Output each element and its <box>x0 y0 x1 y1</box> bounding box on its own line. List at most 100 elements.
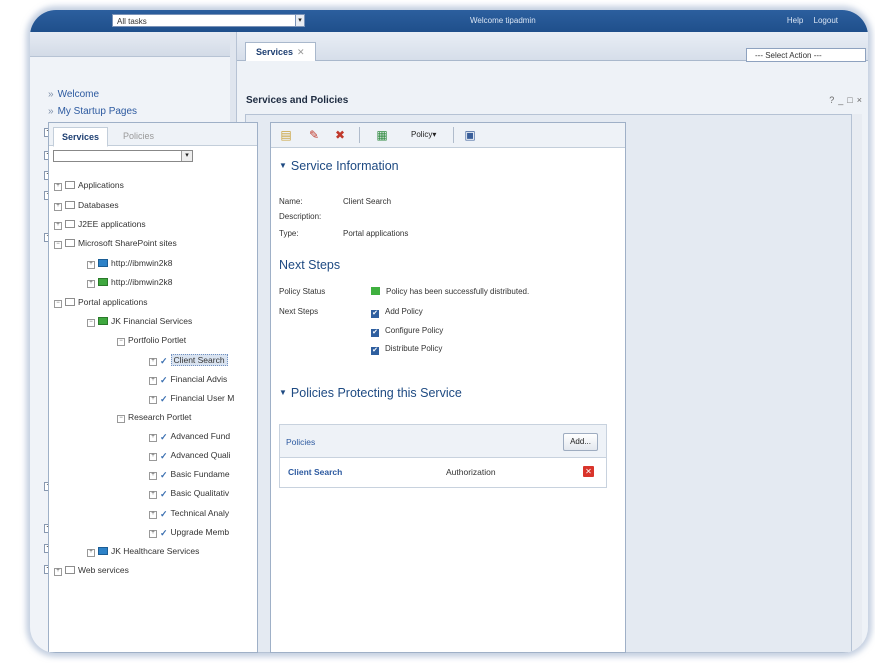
step-configure-policy[interactable]: ✔ Configure Policy <box>371 326 443 337</box>
tree-node-label: Research Portlet <box>128 412 192 422</box>
toolbar-separator <box>359 127 360 143</box>
services-tree-pane: Services Policies ▾ + Applications + Databa… <box>48 122 258 653</box>
tree-node[interactable]: − JK Financial Services <box>87 315 192 327</box>
expand-icon[interactable]: + <box>149 453 157 461</box>
tab-services-label: Services <box>256 47 294 57</box>
checkmark-icon: ✔ <box>371 310 379 318</box>
expand-icon[interactable]: + <box>149 511 157 519</box>
service-detail-pane: ▤ ✎ ✖ ▦ Policy▾ ▣ ▼ Service Information N… <box>270 122 626 653</box>
minimize-icon[interactable]: _ <box>838 95 843 105</box>
add-policy-button[interactable]: Add... <box>563 433 598 451</box>
tree-node[interactable]: − Portal applications <box>54 296 147 308</box>
folder-icon <box>65 220 75 228</box>
policy-row-name-link[interactable]: Client Search <box>288 467 342 477</box>
tree-node[interactable]: + ✓ Basic Fundame <box>149 468 230 481</box>
step-distribute-policy[interactable]: ✔ Distribute Policy <box>371 344 442 355</box>
expand-icon[interactable]: + <box>149 358 157 366</box>
tree-node[interactable]: + http://ibmwin2k8 <box>87 257 172 269</box>
expand-icon[interactable]: + <box>54 203 62 211</box>
edit-service-icon[interactable]: ✎ <box>307 128 321 142</box>
expand-icon[interactable]: + <box>87 280 95 288</box>
expand-icon[interactable]: + <box>149 434 157 442</box>
expand-icon[interactable]: + <box>149 396 157 404</box>
delete-service-icon[interactable]: ✖ <box>333 128 347 142</box>
help-link[interactable]: Help <box>787 16 803 25</box>
tree-node[interactable]: − Microsoft SharePoint sites <box>54 237 177 249</box>
checkmark-icon: ✔ <box>371 347 379 355</box>
tree-node[interactable]: + ✓ Upgrade Memb <box>149 526 229 539</box>
tree-node[interactable]: + JK Healthcare Services <box>87 545 199 557</box>
menu-icon[interactable]: × <box>857 95 862 105</box>
tab-tree-policies[interactable]: Policies <box>115 127 162 145</box>
description-label: Description: <box>279 212 322 221</box>
step-label: Configure Policy <box>385 326 444 335</box>
collapse-icon[interactable]: − <box>54 300 62 308</box>
expand-icon[interactable]: + <box>54 568 62 576</box>
nav-item[interactable]: » Welcome <box>48 89 99 101</box>
expand-icon[interactable]: + <box>54 222 62 230</box>
folder-icon <box>65 181 75 189</box>
tree-node[interactable]: + ✓ Advanced Quali <box>149 449 231 462</box>
expand-icon[interactable]: + <box>54 183 62 191</box>
collapse-icon[interactable]: − <box>87 319 95 327</box>
task-filter-dropdown-icon[interactable]: ▾ <box>295 14 305 27</box>
policy-menu-button[interactable]: Policy▾ <box>411 130 436 139</box>
help-icon[interactable]: ? <box>829 95 834 105</box>
collapse-icon[interactable]: − <box>54 241 62 249</box>
tree-node[interactable]: + ✓ Client Search <box>149 354 228 367</box>
tree-node[interactable]: − Portfolio Portlet <box>117 334 186 346</box>
tab-services[interactable]: Services ✕ <box>245 42 316 61</box>
new-service-icon[interactable]: ▤ <box>279 128 293 142</box>
policy-status-label: Policy Status <box>279 287 326 296</box>
service-icon: ✓ <box>160 356 168 366</box>
tree-filter-select[interactable]: ▾ <box>53 150 193 162</box>
refresh-icon[interactable]: ▦ <box>375 128 389 142</box>
policies-protecting-heading[interactable]: ▼ Policies Protecting this Service <box>279 386 462 400</box>
tree-node[interactable]: + Databases <box>54 199 119 211</box>
tree-node[interactable]: + J2EE applications <box>54 218 146 230</box>
tree-node[interactable]: + Web services <box>54 564 129 576</box>
tree-node[interactable]: + ✓ Financial User M <box>149 392 234 405</box>
collapse-icon[interactable]: − <box>117 415 125 423</box>
expand-icon[interactable]: + <box>149 377 157 385</box>
service-icon: ✓ <box>160 509 168 519</box>
expand-icon[interactable]: + <box>149 491 157 499</box>
step-label: Add Policy <box>385 307 423 316</box>
step-add-policy[interactable]: ✔ Add Policy <box>371 307 423 318</box>
vertical-scrollbar[interactable] <box>851 114 862 653</box>
select-action-dropdown[interactable]: --- Select Action --- <box>746 48 866 62</box>
tree-node[interactable]: + http://ibmwin2k8 <box>87 276 172 288</box>
task-filter-select[interactable]: All tasks <box>112 14 297 27</box>
tree-node[interactable]: + ✓ Basic Qualitativ <box>149 487 229 500</box>
window-frame: All tasks ▾ Welcome tipadmin Help Logout… <box>30 10 868 653</box>
service-icon: ✓ <box>160 394 168 404</box>
nav-item[interactable]: » My Startup Pages <box>48 106 137 118</box>
tree-node-label: Financial Advis <box>170 374 228 384</box>
tree-node-label: Databases <box>78 200 119 210</box>
panel-controls: ? _ □ × <box>825 95 862 105</box>
expand-icon[interactable]: + <box>87 549 95 557</box>
tree-node[interactable]: + ✓ Financial Advis <box>149 373 227 386</box>
tree-node[interactable]: + ✓ Technical Analy <box>149 507 229 520</box>
name-value: Client Search <box>343 197 392 206</box>
nav-item-label: Welcome <box>57 89 100 100</box>
expand-icon[interactable]: + <box>87 261 95 269</box>
service-icon: ✓ <box>160 528 168 538</box>
service-information-heading[interactable]: ▼ Service Information <box>279 159 399 173</box>
maximize-icon[interactable]: □ <box>847 95 852 105</box>
tab-tree-services[interactable]: Services <box>53 127 109 147</box>
save-icon[interactable]: ▣ <box>463 128 477 142</box>
tree-node[interactable]: + ✓ Advanced Fund <box>149 430 230 443</box>
close-tab-icon[interactable]: ✕ <box>297 47 305 57</box>
remove-policy-icon[interactable]: ✕ <box>583 466 594 477</box>
chevron-down-icon[interactable]: ▾ <box>181 151 192 161</box>
tree-node[interactable]: + Applications <box>54 179 124 191</box>
expand-icon[interactable]: + <box>149 472 157 480</box>
collapse-icon[interactable]: − <box>117 338 125 346</box>
service-icon: ✓ <box>160 375 168 385</box>
green-icon <box>98 278 108 286</box>
logout-link[interactable]: Logout <box>814 16 838 25</box>
tree-node[interactable]: − Research Portlet <box>117 411 191 423</box>
tree-node-label: Upgrade Memb <box>170 527 230 537</box>
expand-icon[interactable]: + <box>149 530 157 538</box>
